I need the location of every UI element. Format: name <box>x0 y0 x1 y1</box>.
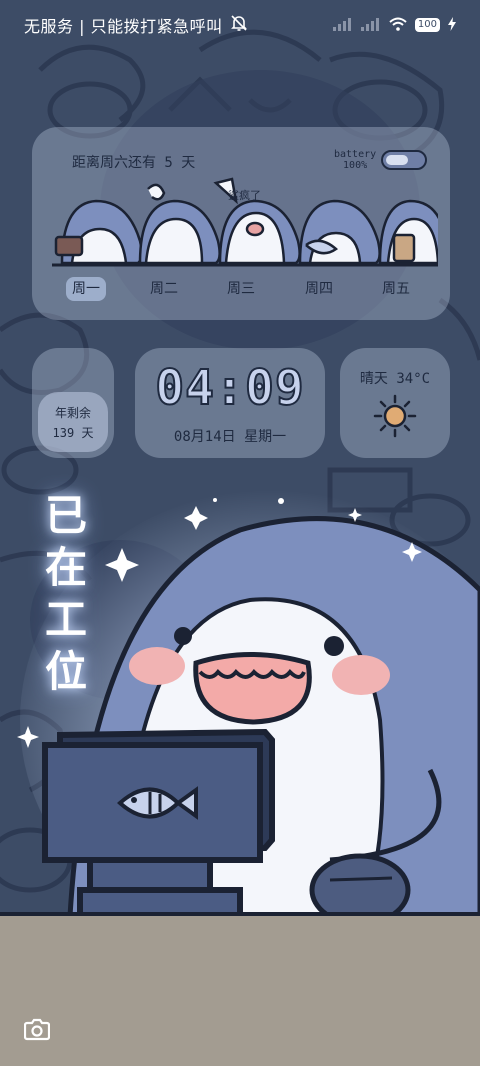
status-bar: 无服务 | 只能拨打紧急呼叫 100 <box>0 0 480 50</box>
battery-widget-title: battery <box>334 149 377 160</box>
battery-widget-percent: 100% <box>343 160 368 171</box>
status-slogan: 已 在 工 位 <box>40 490 92 698</box>
weather-text: 晴天 34°C <box>359 371 431 387</box>
day-thursday[interactable]: 周四 <box>299 277 339 301</box>
day-tuesday[interactable]: 周二 <box>144 277 184 301</box>
slogan-char: 工 <box>44 595 87 644</box>
clock-time: 04:09 <box>154 359 305 417</box>
clock-date: 08月14日 星期一 <box>173 429 287 445</box>
week-countdown-widget[interactable]: 距离周六还有 5 天 battery 100% 鲨疯了 周一 周二 周三 周四 … <box>32 127 450 320</box>
clock-widget[interactable]: 04:09 08月14日 星期一 <box>135 348 325 458</box>
slogan-char: 在 <box>44 543 87 592</box>
desk-floor <box>0 912 480 1066</box>
camera-icon[interactable] <box>24 1017 50 1041</box>
year-remaining-label: 年剩余 <box>54 406 91 420</box>
day-monday[interactable]: 周一 <box>66 277 106 301</box>
sun-icon <box>373 394 417 438</box>
battery-icon: 100 <box>414 18 440 32</box>
shark-caption: 鲨疯了 <box>228 189 261 202</box>
day-wednesday[interactable]: 周三 <box>221 277 261 301</box>
weekend-countdown: 距离周六还有 5 天 <box>72 155 196 171</box>
weather-widget[interactable]: 晴天 34°C <box>340 348 450 458</box>
wifi-icon <box>389 16 407 35</box>
year-remaining-widget[interactable]: 年剩余 139 天 <box>32 348 114 458</box>
carrier-status: 无服务 | 只能拨打紧急呼叫 <box>24 17 223 36</box>
signal-icon <box>332 16 353 35</box>
charging-icon <box>448 16 456 35</box>
year-remaining-panel <box>38 392 108 452</box>
battery-widget-label: battery 100% <box>334 149 376 171</box>
day-friday[interactable]: 周五 <box>376 277 416 301</box>
year-remaining-days: 139 天 <box>52 426 94 440</box>
signal-icon <box>360 16 381 35</box>
battery-level: 100 <box>414 18 440 32</box>
silent-bell-icon <box>230 14 247 36</box>
slogan-char: 已 <box>44 491 87 540</box>
slogan-char: 位 <box>44 647 87 696</box>
weekday-row: 周一 周二 周三 周四 周五 <box>32 277 450 303</box>
battery-pill-icon <box>381 150 427 170</box>
